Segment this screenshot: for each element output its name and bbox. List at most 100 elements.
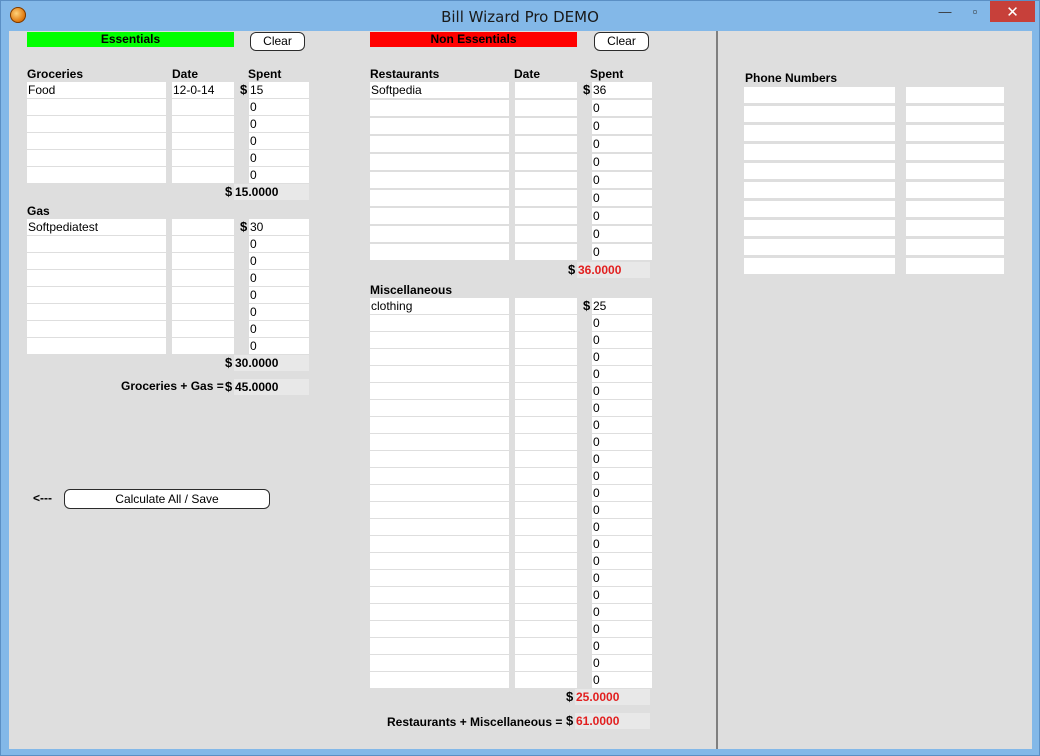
item-name-field[interactable] [27,133,166,149]
maximize-button[interactable]: ▫ [961,1,989,22]
item-spent-field[interactable]: 0 [592,655,652,671]
item-name-field[interactable] [370,172,509,188]
item-spent-field[interactable]: 0 [592,244,652,260]
item-date-field[interactable] [515,621,577,637]
item-date-field[interactable] [515,100,577,116]
item-date-field[interactable] [515,383,577,399]
item-name-field[interactable] [27,99,166,115]
item-spent-field[interactable]: 0 [249,116,309,132]
calculate-save-button[interactable]: Calculate All / Save [64,489,270,509]
item-spent-field[interactable]: 0 [592,604,652,620]
item-spent-field[interactable]: 0 [592,485,652,501]
item-spent-field[interactable]: 0 [592,349,652,365]
item-name-field[interactable] [370,468,509,484]
item-date-field[interactable] [172,304,234,320]
item-date-field[interactable] [515,587,577,603]
item-name-field[interactable] [370,570,509,586]
item-spent-field[interactable]: 0 [592,570,652,586]
phone-number-field[interactable] [906,201,1004,217]
phone-name-field[interactable] [744,258,895,274]
item-date-field[interactable] [172,99,234,115]
item-date-field[interactable] [515,136,577,152]
item-spent-field[interactable]: 25 [592,298,652,314]
item-name-field[interactable]: clothing [370,298,509,314]
item-spent-field[interactable]: 0 [249,304,309,320]
item-name-field[interactable] [370,604,509,620]
item-date-field[interactable] [515,82,577,98]
item-spent-field[interactable]: 0 [249,321,309,337]
phone-number-field[interactable] [906,220,1004,236]
item-date-field[interactable] [172,236,234,252]
phone-name-field[interactable] [744,239,895,255]
item-name-field[interactable] [370,655,509,671]
item-date-field[interactable] [515,502,577,518]
item-name-field[interactable] [370,621,509,637]
item-spent-field[interactable]: 0 [592,208,652,224]
item-name-field[interactable] [27,338,166,354]
item-date-field[interactable] [515,118,577,134]
item-name-field[interactable] [27,270,166,286]
clear-essentials-button[interactable]: Clear [250,32,305,51]
item-name-field[interactable] [370,244,509,260]
item-name-field[interactable] [370,434,509,450]
item-spent-field[interactable]: 0 [592,672,652,688]
item-spent-field[interactable]: 0 [249,133,309,149]
item-name-field[interactable] [370,315,509,331]
item-date-field[interactable] [515,332,577,348]
item-spent-field[interactable]: 36 [592,82,652,98]
item-name-field[interactable]: Softpedia [370,82,509,98]
item-name-field[interactable] [370,136,509,152]
item-date-field[interactable] [172,338,234,354]
item-date-field[interactable] [172,167,234,183]
item-spent-field[interactable]: 0 [592,502,652,518]
phone-number-field[interactable] [906,125,1004,141]
phone-name-field[interactable] [744,163,895,179]
phone-number-field[interactable] [906,106,1004,122]
phone-name-field[interactable] [744,182,895,198]
clear-non-essentials-button[interactable]: Clear [594,32,649,51]
item-name-field[interactable]: Softpediatest [27,219,166,235]
phone-number-field[interactable] [906,239,1004,255]
phone-number-field[interactable] [906,258,1004,274]
item-spent-field[interactable]: 0 [592,519,652,535]
item-name-field[interactable] [27,236,166,252]
item-spent-field[interactable]: 0 [592,383,652,399]
item-date-field[interactable] [515,485,577,501]
item-spent-field[interactable]: 30 [249,219,309,235]
item-date-field[interactable] [515,604,577,620]
item-spent-field[interactable]: 0 [592,190,652,206]
item-name-field[interactable] [370,451,509,467]
item-date-field[interactable] [515,366,577,382]
item-spent-field[interactable]: 0 [249,99,309,115]
item-spent-field[interactable]: 0 [249,270,309,286]
item-name-field[interactable] [370,383,509,399]
item-date-field[interactable] [515,208,577,224]
phone-number-field[interactable] [906,163,1004,179]
item-name-field[interactable] [27,304,166,320]
item-spent-field[interactable]: 0 [249,167,309,183]
item-name-field[interactable] [27,287,166,303]
item-name-field[interactable] [370,190,509,206]
item-name-field[interactable] [370,154,509,170]
item-date-field[interactable] [515,244,577,260]
minimize-button[interactable]: — [931,1,959,22]
item-spent-field[interactable]: 0 [249,338,309,354]
item-date-field[interactable] [515,172,577,188]
item-spent-field[interactable]: 0 [592,638,652,654]
phone-name-field[interactable] [744,106,895,122]
item-name-field[interactable] [370,553,509,569]
item-date-field[interactable] [515,638,577,654]
item-date-field[interactable] [172,321,234,337]
item-spent-field[interactable]: 0 [249,236,309,252]
item-date-field[interactable] [515,190,577,206]
item-spent-field[interactable]: 0 [592,172,652,188]
item-date-field[interactable] [515,553,577,569]
item-date-field[interactable] [172,253,234,269]
item-name-field[interactable] [370,100,509,116]
item-name-field[interactable] [27,167,166,183]
item-name-field[interactable] [370,672,509,688]
phone-name-field[interactable] [744,87,895,103]
item-date-field[interactable] [172,133,234,149]
item-name-field[interactable] [370,519,509,535]
item-spent-field[interactable]: 0 [592,154,652,170]
